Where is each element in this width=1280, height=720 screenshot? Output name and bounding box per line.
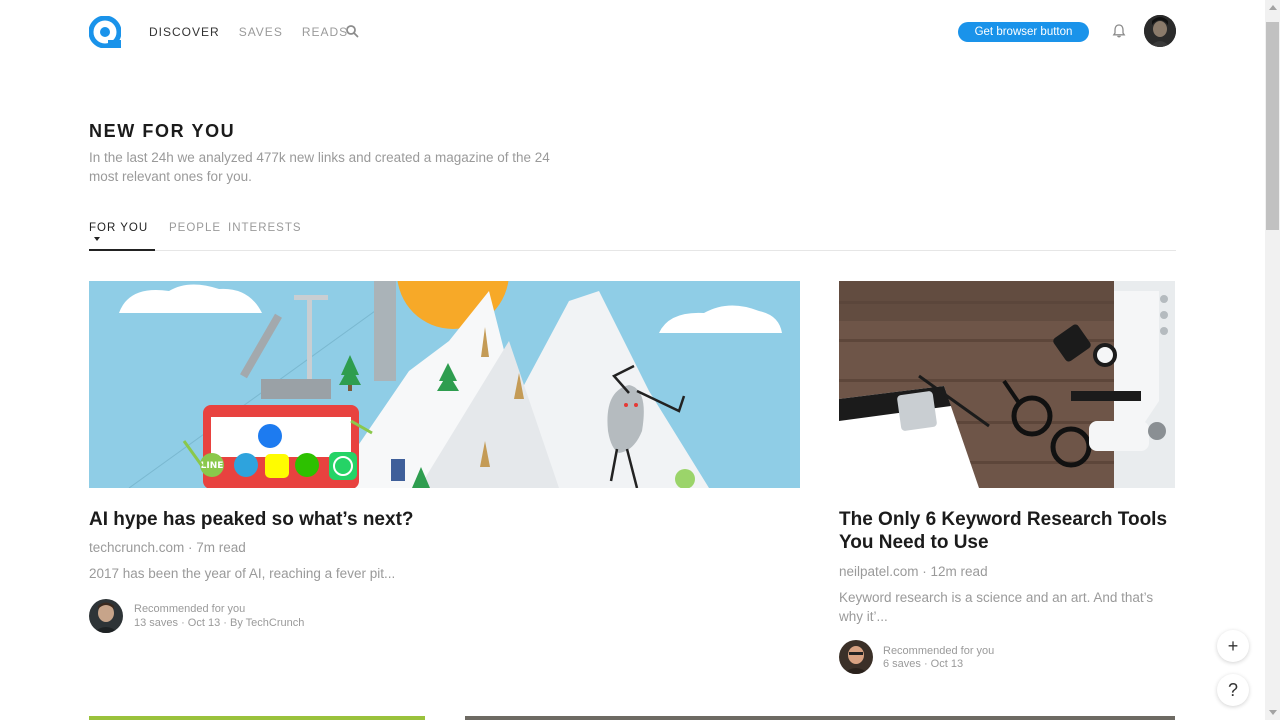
article-image-ai[interactable]: LINE [89, 281, 800, 488]
next-article-image[interactable] [89, 716, 425, 720]
nav-reads[interactable]: READS [302, 25, 348, 39]
tab-people[interactable]: PEOPLE [169, 222, 221, 251]
bell-icon[interactable] [1111, 23, 1127, 39]
recommender-avatar[interactable] [839, 640, 873, 674]
article-title[interactable]: The Only 6 Keyword Research Tools You Ne… [839, 508, 1175, 554]
scroll-up-icon[interactable] [1269, 5, 1277, 10]
tab-interests[interactable]: INTERESTS [228, 222, 302, 251]
help-button[interactable]: ? [1217, 674, 1249, 706]
next-article-image[interactable] [465, 716, 1175, 720]
scrollbar-thumb[interactable] [1266, 22, 1279, 230]
add-button[interactable]: + [1217, 630, 1249, 662]
get-browser-button[interactable]: Get browser button [958, 22, 1089, 42]
article-source[interactable]: neilpatel.com · 12m read [839, 564, 988, 579]
top-navigation: DISCOVER SAVES READS Get browser button [0, 0, 1265, 64]
nav-saves[interactable]: SAVES [239, 25, 283, 39]
recommender-avatar[interactable] [89, 599, 123, 633]
article-title[interactable]: AI hype has peaked so what’s next? [89, 508, 789, 531]
tab-for-you-label: FOR YOU [89, 222, 149, 234]
article-excerpt: Keyword research is a science and an art… [839, 590, 1154, 624]
scrollbar[interactable] [1265, 0, 1280, 720]
recommendation-label: Recommended for you [134, 603, 246, 615]
page-subtitle: In the last 24h we analyzed 477k new lin… [89, 150, 550, 184]
recommendation-details: 13 saves · Oct 13 · By TechCrunch [134, 617, 305, 629]
feed-tabs: FOR YOU PEOPLE INTERESTS [89, 222, 1176, 251]
logo-icon[interactable] [89, 16, 121, 48]
tab-for-you[interactable]: FOR YOU [89, 222, 155, 251]
scroll-down-icon[interactable] [1269, 710, 1277, 715]
article-image-keyword[interactable] [839, 281, 1175, 488]
caret-down-icon [94, 237, 100, 241]
page-title: NEW FOR YOU [89, 121, 236, 141]
article-source[interactable]: techcrunch.com · 7m read [89, 540, 246, 555]
recommendation-details: 6 saves · Oct 13 [883, 658, 964, 670]
recommendation-label: Recommended for you [883, 645, 995, 657]
avatar[interactable] [1144, 15, 1176, 47]
search-icon[interactable] [345, 24, 359, 38]
line-app-label: LINE [201, 461, 224, 471]
main-nav: DISCOVER SAVES READS [149, 25, 367, 39]
nav-discover[interactable]: DISCOVER [149, 25, 220, 39]
article-excerpt: 2017 has been the year of AI, reaching a… [89, 566, 396, 581]
